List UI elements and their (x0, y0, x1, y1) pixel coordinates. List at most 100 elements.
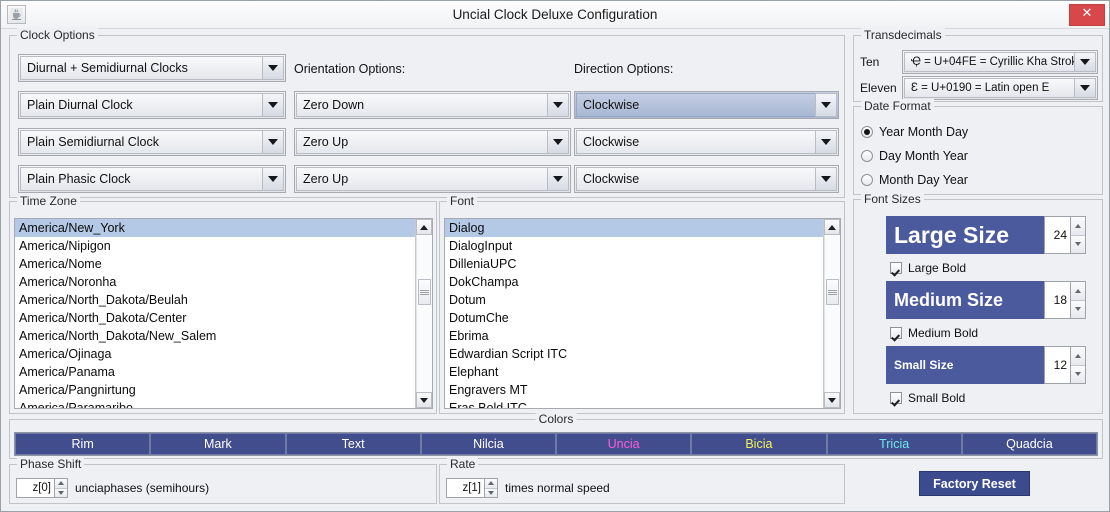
list-item[interactable]: Ebrima (445, 327, 823, 345)
stepper-up-icon[interactable] (1071, 347, 1085, 366)
scrollbar-thumb[interactable] (418, 279, 431, 305)
phase-shift-stepper[interactable] (54, 478, 68, 498)
clock-type-combo-2[interactable]: Plain Diurnal Clock (18, 91, 286, 119)
phase-shift-value[interactable]: z[0] (16, 478, 54, 498)
close-button[interactable]: ✕ (1069, 4, 1105, 26)
rate-stepper[interactable] (484, 478, 498, 498)
checkbox-icon[interactable] (890, 392, 902, 404)
color-button-rim[interactable]: Rim (15, 433, 151, 455)
scroll-up-icon[interactable] (824, 219, 840, 235)
eleven-combo[interactable]: Ɛ = U+0190 = Latin open E (902, 76, 1098, 100)
chevron-down-icon[interactable] (815, 130, 837, 154)
font-list[interactable]: Dialog DialogInput DilleniaUPC DokChampa… (444, 218, 841, 409)
list-item[interactable]: America/North_Dakota/New_Salem (15, 327, 415, 345)
scrollbar-track[interactable] (824, 235, 840, 392)
color-button-quadcia[interactable]: Quadcia (961, 433, 1097, 455)
factory-reset-button[interactable]: Factory Reset (919, 471, 1030, 496)
scroll-down-icon[interactable] (416, 392, 432, 408)
rate-spinner[interactable]: z[1] (446, 478, 498, 498)
radio-icon[interactable] (861, 174, 873, 186)
font-scrollbar[interactable] (823, 219, 840, 408)
chevron-down-icon[interactable] (815, 167, 837, 191)
stepper-down-icon[interactable] (485, 488, 497, 497)
list-item[interactable]: America/Paramaribo (15, 399, 415, 408)
stepper-down-icon[interactable] (55, 488, 67, 497)
list-item[interactable]: America/North_Dakota/Center (15, 309, 415, 327)
ten-combo[interactable]: Ҿ = U+04FE = Cyrillic Kha Stroke (902, 50, 1098, 74)
list-item[interactable]: DilleniaUPC (445, 255, 823, 273)
orientation-combo-2[interactable]: Zero Down (294, 91, 571, 119)
medium-size-value[interactable]: 18 (1044, 281, 1070, 319)
scrollbar-thumb[interactable] (826, 279, 839, 305)
checkbox-icon[interactable] (890, 262, 902, 274)
direction-combo-3[interactable]: Clockwise (574, 128, 839, 156)
stepper-down-icon[interactable] (1071, 300, 1085, 318)
chevron-down-icon[interactable] (547, 130, 569, 154)
list-item[interactable]: America/Nome (15, 255, 415, 273)
direction-combo-2[interactable]: Clockwise (574, 91, 839, 119)
stepper-up-icon[interactable] (485, 479, 497, 489)
chevron-down-icon[interactable] (547, 93, 569, 117)
small-bold-checkbox-row[interactable]: Small Bold (890, 391, 965, 405)
chevron-down-icon[interactable] (262, 130, 284, 154)
list-item[interactable]: America/Nipigon (15, 237, 415, 255)
chevron-down-icon[interactable] (1074, 52, 1096, 72)
list-item[interactable]: Elephant (445, 363, 823, 381)
radio-icon[interactable] (861, 126, 873, 138)
stepper-down-icon[interactable] (1071, 235, 1085, 253)
phase-shift-spinner[interactable]: z[0] (16, 478, 68, 498)
color-button-tricia[interactable]: Tricia (826, 433, 962, 455)
medium-bold-checkbox-row[interactable]: Medium Bold (890, 326, 978, 340)
color-button-nilcia[interactable]: Nilcia (420, 433, 556, 455)
medium-size-stepper[interactable] (1070, 281, 1086, 319)
list-item[interactable]: DialogInput (445, 237, 823, 255)
list-item[interactable]: America/Ojinaga (15, 345, 415, 363)
clock-type-combo-3[interactable]: Plain Semidiurnal Clock (18, 128, 286, 156)
stepper-up-icon[interactable] (1071, 217, 1085, 236)
chevron-down-icon[interactable] (262, 167, 284, 191)
small-size-stepper[interactable] (1070, 346, 1086, 384)
large-size-stepper[interactable] (1070, 216, 1086, 254)
list-item[interactable]: America/Panama (15, 363, 415, 381)
date-format-option-month-day-year[interactable]: Month Day Year (861, 173, 968, 187)
list-item[interactable]: DokChampa (445, 273, 823, 291)
chevron-down-icon[interactable] (815, 93, 837, 117)
stepper-up-icon[interactable] (55, 479, 67, 489)
orientation-combo-3[interactable]: Zero Up (294, 128, 571, 156)
clock-type-combo-1[interactable]: Diurnal + Semidiurnal Clocks (18, 54, 286, 82)
list-item[interactable]: DotumChe (445, 309, 823, 327)
list-item[interactable]: Dialog (445, 219, 823, 237)
list-item[interactable]: America/New_York (15, 219, 415, 237)
scrollbar-track[interactable] (416, 235, 432, 392)
color-button-bicia[interactable]: Bicia (691, 433, 827, 455)
list-item[interactable]: Eras Bold ITC (445, 399, 823, 408)
time-zone-scrollbar[interactable] (415, 219, 432, 408)
list-item[interactable]: Edwardian Script ITC (445, 345, 823, 363)
chevron-down-icon[interactable] (547, 167, 569, 191)
radio-icon[interactable] (861, 150, 873, 162)
large-size-value[interactable]: 24 (1044, 216, 1070, 254)
direction-combo-4[interactable]: Clockwise (574, 165, 839, 193)
color-button-uncia[interactable]: Uncia (556, 433, 692, 455)
clock-type-combo-4[interactable]: Plain Phasic Clock (18, 165, 286, 193)
date-format-option-year-month-day[interactable]: Year Month Day (861, 125, 968, 139)
small-size-value[interactable]: 12 (1044, 346, 1070, 384)
list-item[interactable]: America/Pangnirtung (15, 381, 415, 399)
list-item[interactable]: America/Noronha (15, 273, 415, 291)
chevron-down-icon[interactable] (1074, 78, 1096, 98)
stepper-down-icon[interactable] (1071, 365, 1085, 383)
list-item[interactable]: Engravers MT (445, 381, 823, 399)
list-item[interactable]: America/North_Dakota/Beulah (15, 291, 415, 309)
color-button-mark[interactable]: Mark (150, 433, 286, 455)
date-format-option-day-month-year[interactable]: Day Month Year (861, 149, 968, 163)
list-item[interactable]: Dotum (445, 291, 823, 309)
checkbox-icon[interactable] (890, 327, 902, 339)
chevron-down-icon[interactable] (262, 56, 284, 80)
large-bold-checkbox-row[interactable]: Large Bold (890, 261, 966, 275)
time-zone-list[interactable]: America/New_York America/Nipigon America… (14, 218, 433, 409)
chevron-down-icon[interactable] (262, 93, 284, 117)
rate-value[interactable]: z[1] (446, 478, 484, 498)
stepper-up-icon[interactable] (1071, 282, 1085, 301)
color-button-text[interactable]: Text (285, 433, 421, 455)
scroll-up-icon[interactable] (416, 219, 432, 235)
